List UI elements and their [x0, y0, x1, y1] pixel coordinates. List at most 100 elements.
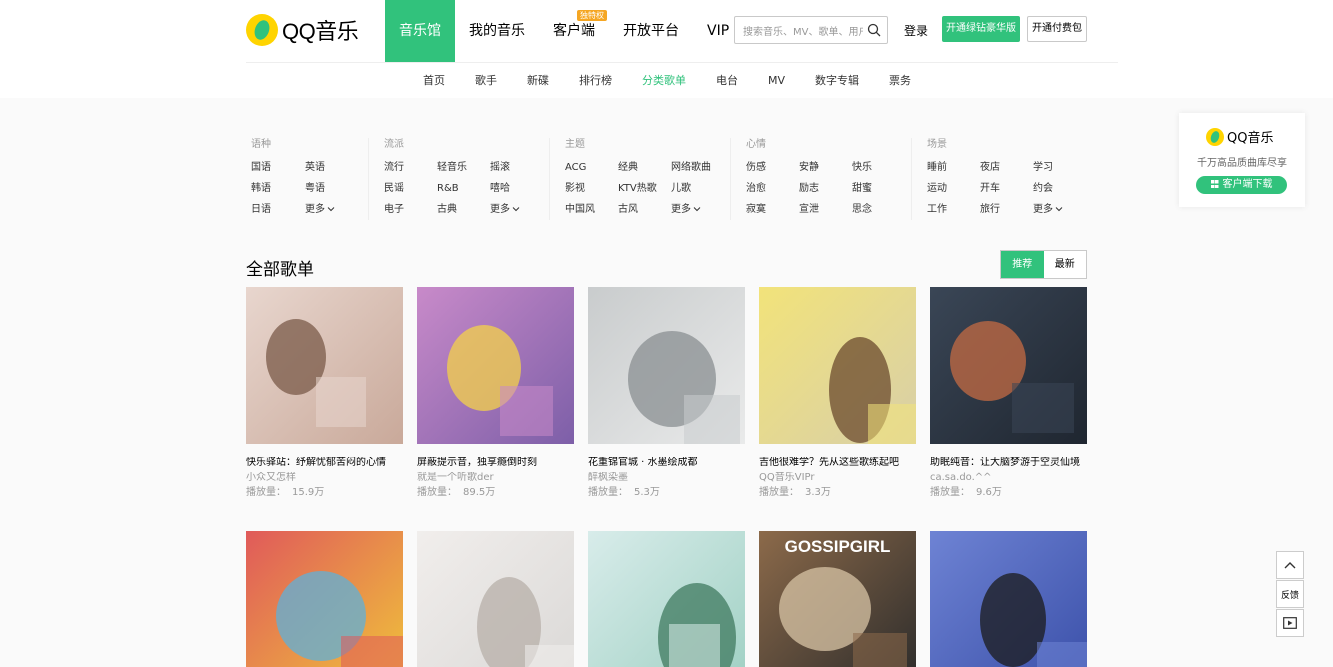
sort-recommended-tab[interactable]: 推荐 [1001, 251, 1044, 278]
filter-option[interactable]: 睡前 [927, 162, 980, 174]
main-nav-item[interactable]: 开放平台 [609, 0, 693, 62]
brand-logo[interactable]: QQ音乐 [246, 14, 359, 46]
sub-nav-item[interactable]: 票务 [889, 63, 911, 98]
playlist-cover[interactable] [930, 287, 1087, 444]
playlist-cover[interactable] [246, 531, 403, 667]
playlist-card[interactable] [417, 531, 574, 667]
playlist-cover[interactable] [930, 531, 1087, 667]
filter-option[interactable]: 宣泄 [799, 204, 852, 216]
search-box[interactable]: 搜索音乐、MV、歌单、用户 [734, 16, 888, 44]
playlist-card[interactable]: 屏蔽提示音，独享瘾倒时刻 就是一个听歌der 播放量： 89.5万 [417, 287, 574, 499]
sub-nav-item[interactable]: 首页 [423, 63, 445, 98]
filter-option[interactable]: 粤语 [305, 183, 359, 195]
playlist-card[interactable]: 快乐驿站：纾解忧郁苦闷的心情 小众又怎样 播放量： 15.9万 [246, 287, 403, 499]
playlist-author[interactable]: 醉枫染墨 [588, 472, 745, 484]
playlist-title[interactable]: 吉他很难学？先从这些歌练起吧 [759, 457, 916, 469]
playlist-card[interactable] [246, 531, 403, 667]
sub-nav-item[interactable]: 排行榜 [579, 63, 612, 98]
playlist-card[interactable]: 花重锦官城 · 水墨绘成都 醉枫染墨 播放量： 5.3万 [588, 287, 745, 499]
playlist-title[interactable]: 快乐驿站：纾解忧郁苦闷的心情 [246, 457, 403, 469]
filter-option[interactable]: 民谣 [384, 183, 437, 195]
playlist-cover[interactable]: GOSSIPGIRL [759, 531, 916, 667]
filter-option[interactable]: 运动 [927, 183, 980, 195]
sub-nav-item[interactable]: 数字专辑 [815, 63, 859, 98]
filter-option[interactable]: KTV热歌 [618, 183, 671, 195]
playlist-cover[interactable] [246, 287, 403, 444]
playlist-author[interactable]: 小众又怎样 [246, 472, 403, 484]
filter-option[interactable]: 开车 [980, 183, 1033, 195]
floating-toolbar: 反馈 [1276, 551, 1304, 638]
playlist-cover[interactable] [588, 287, 745, 444]
filter-option[interactable]: 学习 [1033, 162, 1086, 174]
filter-option[interactable]: 经典 [618, 162, 671, 174]
playlist-cover[interactable] [417, 287, 574, 444]
filter-option[interactable]: 古典 [437, 204, 490, 216]
filter-option[interactable]: 儿歌 [671, 183, 724, 195]
feedback-button[interactable]: 反馈 [1276, 580, 1304, 608]
filter-option[interactable]: 治愈 [746, 183, 799, 195]
filter-option[interactable]: 摇滚 [490, 162, 543, 174]
filter-option[interactable]: 寂寞 [746, 204, 799, 216]
sub-nav-item[interactable]: 新碟 [527, 63, 549, 98]
sub-nav-item[interactable]: 电台 [716, 63, 738, 98]
sub-nav-item[interactable]: MV [768, 63, 785, 98]
filter-option[interactable]: 约会 [1033, 183, 1086, 195]
filter-option[interactable]: 励志 [799, 183, 852, 195]
playlist-cover[interactable] [759, 287, 916, 444]
search-input[interactable]: 搜索音乐、MV、歌单、用户 [743, 23, 863, 38]
login-link[interactable]: 登录 [904, 22, 928, 39]
filter-option[interactable]: 韩语 [251, 183, 305, 195]
playlist-author[interactable]: 就是一个听歌der [417, 472, 574, 484]
filter-option[interactable]: 更多 [1033, 204, 1086, 216]
filter-option[interactable]: 更多 [490, 204, 543, 216]
playlist-title[interactable]: 助眠纯音：让大脑梦游于空灵仙境 [930, 457, 1087, 469]
sub-nav-item[interactable]: 歌手 [475, 63, 497, 98]
filter-option[interactable]: 更多 [305, 204, 359, 216]
playlist-card[interactable] [930, 531, 1087, 667]
filter-option[interactable]: 更多 [671, 204, 724, 216]
filter-option[interactable]: 影视 [565, 183, 618, 195]
filter-option[interactable]: 流行 [384, 162, 437, 174]
filter-option[interactable]: 夜店 [980, 162, 1033, 174]
filter-option[interactable]: 国语 [251, 162, 305, 174]
filter-option[interactable]: 网络歌曲 [671, 162, 724, 174]
playlist-card[interactable]: 助眠纯音：让大脑梦游于空灵仙境 ca.sa.do.^^ 播放量： 9.6万 [930, 287, 1087, 499]
filter-option[interactable]: 伤感 [746, 162, 799, 174]
filter-option[interactable]: 日语 [251, 204, 305, 216]
open-green-vip-button[interactable]: 开通绿钻豪华版 [942, 16, 1020, 42]
filter-option[interactable]: 安静 [799, 162, 852, 174]
sort-latest-tab[interactable]: 最新 [1044, 251, 1087, 278]
sub-nav-item[interactable]: 分类歌单 [642, 63, 686, 98]
filter-option[interactable]: ACG [565, 162, 618, 174]
filter-option[interactable]: 古风 [618, 204, 671, 216]
filter-option[interactable]: 工作 [927, 204, 980, 216]
playlist-cover[interactable] [417, 531, 574, 667]
search-icon[interactable] [867, 23, 881, 37]
playlist-card[interactable] [588, 531, 745, 667]
client-download-button[interactable]: 客户端下载 [1196, 176, 1287, 194]
main-nav-item[interactable]: 客户端 独特权 [539, 0, 609, 62]
playlist-card[interactable]: GOSSIPGIRL [759, 531, 916, 667]
filter-option[interactable]: 英语 [305, 162, 359, 174]
playlist-title[interactable]: 屏蔽提示音，独享瘾倒时刻 [417, 457, 574, 469]
filter-option[interactable]: 旅行 [980, 204, 1033, 216]
playlist-author[interactable]: QQ音乐VIPr [759, 472, 916, 484]
main-nav-item[interactable]: 我的音乐 [455, 0, 539, 62]
filter-option[interactable]: 中国风 [565, 204, 618, 216]
filter-option[interactable]: 甜蜜 [852, 183, 905, 195]
open-paid-package-button[interactable]: 开通付费包 [1027, 16, 1087, 42]
filter-option[interactable]: 快乐 [852, 162, 905, 174]
back-to-top-button[interactable] [1276, 551, 1304, 579]
playlist-title[interactable]: 花重锦官城 · 水墨绘成都 [588, 457, 745, 469]
mv-button[interactable] [1276, 609, 1304, 637]
filter-option[interactable]: R&B [437, 183, 490, 195]
filter-option[interactable]: 轻音乐 [437, 162, 490, 174]
filter-option[interactable]: 电子 [384, 204, 437, 216]
filter-option[interactable]: 嘻哈 [490, 183, 543, 195]
filter-option-label: 英语 [305, 162, 325, 173]
playlist-author[interactable]: ca.sa.do.^^ [930, 472, 1087, 484]
main-nav-item[interactable]: 音乐馆 [385, 0, 455, 62]
playlist-cover[interactable] [588, 531, 745, 667]
filter-option[interactable]: 思念 [852, 204, 905, 216]
playlist-card[interactable]: 吉他很难学？先从这些歌练起吧 QQ音乐VIPr 播放量： 3.3万 [759, 287, 916, 499]
